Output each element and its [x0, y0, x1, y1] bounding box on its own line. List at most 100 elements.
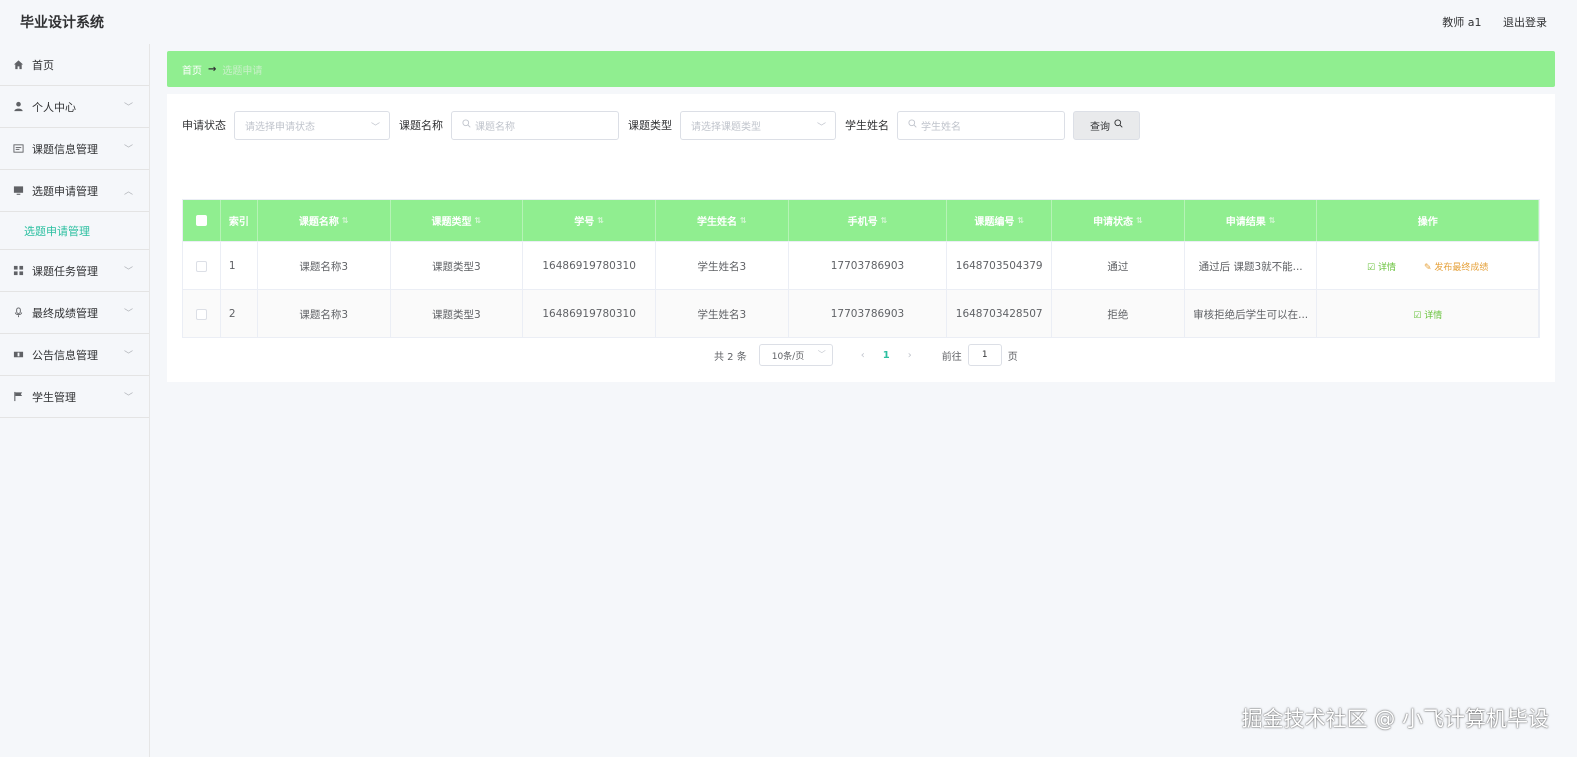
- top-bar: 毕业设计系统 教师 a1 退出登录: [0, 0, 1577, 44]
- topic-cell: 课题名称3: [258, 242, 391, 290]
- sidebar-item-label: 学生管理: [32, 390, 76, 404]
- sidebar-item-label: 课题信息管理: [32, 142, 98, 156]
- column-header[interactable]: 学生姓名 ⇅: [656, 200, 789, 241]
- detail-button[interactable]: ☑ 详情: [1367, 260, 1396, 273]
- total-count: 共 2 条: [714, 351, 747, 363]
- sidebar-item-topic-apply[interactable]: 选题申请管理 ︿: [0, 170, 149, 212]
- main-card: 申请状态 请选择申请状态 ﹀ 课题名称 课题名称 课题类型 请选择课题类型 ﹀ …: [167, 94, 1555, 382]
- column-header: 操作: [1317, 200, 1539, 241]
- page-size-select[interactable]: 10条/页 ﹀: [758, 344, 833, 366]
- breadcrumb-home[interactable]: 首页: [182, 62, 202, 77]
- sort-icon: ⇅: [1268, 216, 1276, 225]
- column-header[interactable]: 申请状态 ⇅: [1052, 200, 1185, 241]
- sidebar-item-home[interactable]: 首页: [0, 44, 149, 86]
- student-no-cell: 16486919780310: [523, 290, 656, 338]
- chevron-down-icon: ﹀: [123, 393, 133, 403]
- student-input[interactable]: 学生姓名: [897, 110, 1065, 140]
- row-checkbox[interactable]: [195, 308, 207, 320]
- monitor-icon: [12, 185, 24, 197]
- mic-icon: [12, 307, 24, 319]
- student-input-placeholder: 学生姓名: [921, 121, 961, 133]
- sort-icon: ⇅: [739, 216, 747, 225]
- column-header[interactable]: 申请结果 ⇅: [1185, 200, 1318, 241]
- column-header[interactable]: 学号 ⇅: [523, 200, 656, 241]
- breadcrumb: 首页 → 选题申请: [167, 51, 1555, 87]
- column-header[interactable]: 课题类型 ⇅: [391, 200, 524, 241]
- next-page-icon[interactable]: ›: [908, 350, 912, 361]
- search-icon: [1114, 119, 1123, 131]
- type-filter-label: 课题类型: [628, 119, 672, 132]
- chevron-down-icon: ﹀: [123, 267, 133, 277]
- select-all-cell: [183, 200, 221, 241]
- sidebar-item-label: 最终成绩管理: [32, 306, 98, 320]
- detail-button[interactable]: ☑ 详情: [1413, 308, 1442, 321]
- select-all-checkbox[interactable]: [195, 215, 207, 226]
- column-header[interactable]: 手机号 ⇅: [789, 200, 948, 241]
- user-icon: [12, 101, 24, 113]
- status-cell: 拒绝: [1052, 290, 1185, 338]
- query-button-label: 查询: [1090, 121, 1110, 133]
- type-select[interactable]: 请选择课题类型 ﹀: [680, 110, 836, 140]
- chevron-down-icon: ﹀: [123, 145, 133, 155]
- actions-cell: ☑ 详情: [1317, 290, 1539, 338]
- sort-icon: ⇅: [474, 216, 482, 225]
- goto-label: 前往: [941, 351, 962, 363]
- table-row: 2 课题名称3 课题类型3 16486919780310 学生姓名3 17703…: [183, 289, 1539, 338]
- filter-bar: 申请状态 请选择申请状态 ﹀ 课题名称 课题名称 课题类型 请选择课题类型 ﹀ …: [182, 110, 1140, 140]
- type-cell: 课题类型3: [391, 290, 524, 338]
- sidebar-item-notice[interactable]: 公告信息管理 ﹀: [0, 334, 149, 376]
- goto-input[interactable]: 1: [967, 344, 1002, 366]
- sidebar: 首页 个人中心 ﹀ 课题信息管理 ﹀ 选题申请管理 ︿ 选题申请管理 课题任务管…: [0, 44, 150, 757]
- type-cell: 课题类型3: [391, 242, 524, 290]
- sort-icon: ⇅: [341, 216, 349, 225]
- row-checkbox[interactable]: [195, 260, 207, 272]
- app-title: 毕业设计系统: [20, 15, 104, 31]
- student-name-cell: 学生姓名3: [656, 242, 789, 290]
- query-button[interactable]: 查询: [1073, 110, 1140, 140]
- status-select[interactable]: 请选择申请状态 ﹀: [234, 110, 390, 140]
- page-number[interactable]: 1: [883, 350, 890, 361]
- chevron-down-icon: ﹀: [370, 122, 380, 133]
- pagination: 共 2 条 10条/页 ﹀ ‹ 1 › 前往 1 页: [714, 344, 1018, 366]
- sidebar-item-student[interactable]: 学生管理 ﹀: [0, 376, 149, 418]
- phone-cell: 17703786903: [789, 290, 948, 338]
- sidebar-item-task[interactable]: 课题任务管理 ﹀: [0, 250, 149, 292]
- sidebar-item-final-score[interactable]: 最终成绩管理 ﹀: [0, 292, 149, 334]
- application-table: 索引 课题名称 ⇅ 课题类型 ⇅ 学号 ⇅ 学生姓名 ⇅ 手机号 ⇅ 课题编号 ⇅ 申请状态…: [182, 199, 1540, 338]
- sidebar-subitem-topic-apply[interactable]: 选题申请管理: [0, 212, 149, 250]
- sidebar-item-topic-info[interactable]: 课题信息管理 ﹀: [0, 128, 149, 170]
- sort-icon: ⇅: [880, 216, 888, 225]
- chevron-down-icon: ﹀: [123, 309, 133, 319]
- sidebar-item-label: 首页: [32, 58, 54, 72]
- logout-link[interactable]: 退出登录: [1503, 16, 1547, 29]
- grid-icon: [12, 265, 24, 277]
- user-label[interactable]: 教师 a1: [1442, 16, 1481, 29]
- chevron-down-icon: ﹀: [123, 351, 133, 361]
- result-cell: 审核拒绝后学生可以在...: [1185, 290, 1318, 338]
- table-header: 索引 课题名称 ⇅ 课题类型 ⇅ 学号 ⇅ 学生姓名 ⇅ 手机号 ⇅ 课题编号 ⇅ 申请状态…: [183, 200, 1539, 241]
- ticket-icon: [12, 349, 24, 361]
- actions-cell: ☑ 详情 ✎ 发布最终成绩: [1317, 242, 1539, 290]
- sidebar-item-profile[interactable]: 个人中心 ﹀: [0, 86, 149, 128]
- row-select-cell: [183, 290, 221, 338]
- chevron-down-icon: ﹀: [123, 103, 133, 113]
- topic-no-cell: 1648703504379: [947, 242, 1053, 290]
- sidebar-item-label: 课题任务管理: [32, 264, 98, 278]
- user-area: 教师 a1 退出登录: [1424, 14, 1547, 30]
- breadcrumb-separator: →: [208, 63, 217, 75]
- chevron-down-icon: ﹀: [817, 350, 826, 359]
- topic-no-cell: 1648703428507: [947, 290, 1053, 338]
- publish-score-button[interactable]: ✎ 发布最终成绩: [1424, 260, 1488, 273]
- student-name-cell: 学生姓名3: [656, 290, 789, 338]
- column-header[interactable]: 课题编号 ⇅: [947, 200, 1053, 241]
- index-cell: 1: [221, 242, 258, 290]
- chevron-up-icon: ︿: [123, 187, 133, 197]
- status-filter-label: 申请状态: [182, 119, 226, 132]
- column-header[interactable]: 课题名称 ⇅: [258, 200, 391, 241]
- prev-page-icon[interactable]: ‹: [861, 350, 865, 361]
- topic-input[interactable]: 课题名称: [451, 110, 619, 140]
- phone-cell: 17703786903: [789, 242, 948, 290]
- column-header: 索引: [221, 200, 258, 241]
- result-cell: 通过后 课题3就不能...: [1185, 242, 1318, 290]
- sort-icon: ⇅: [1017, 216, 1025, 225]
